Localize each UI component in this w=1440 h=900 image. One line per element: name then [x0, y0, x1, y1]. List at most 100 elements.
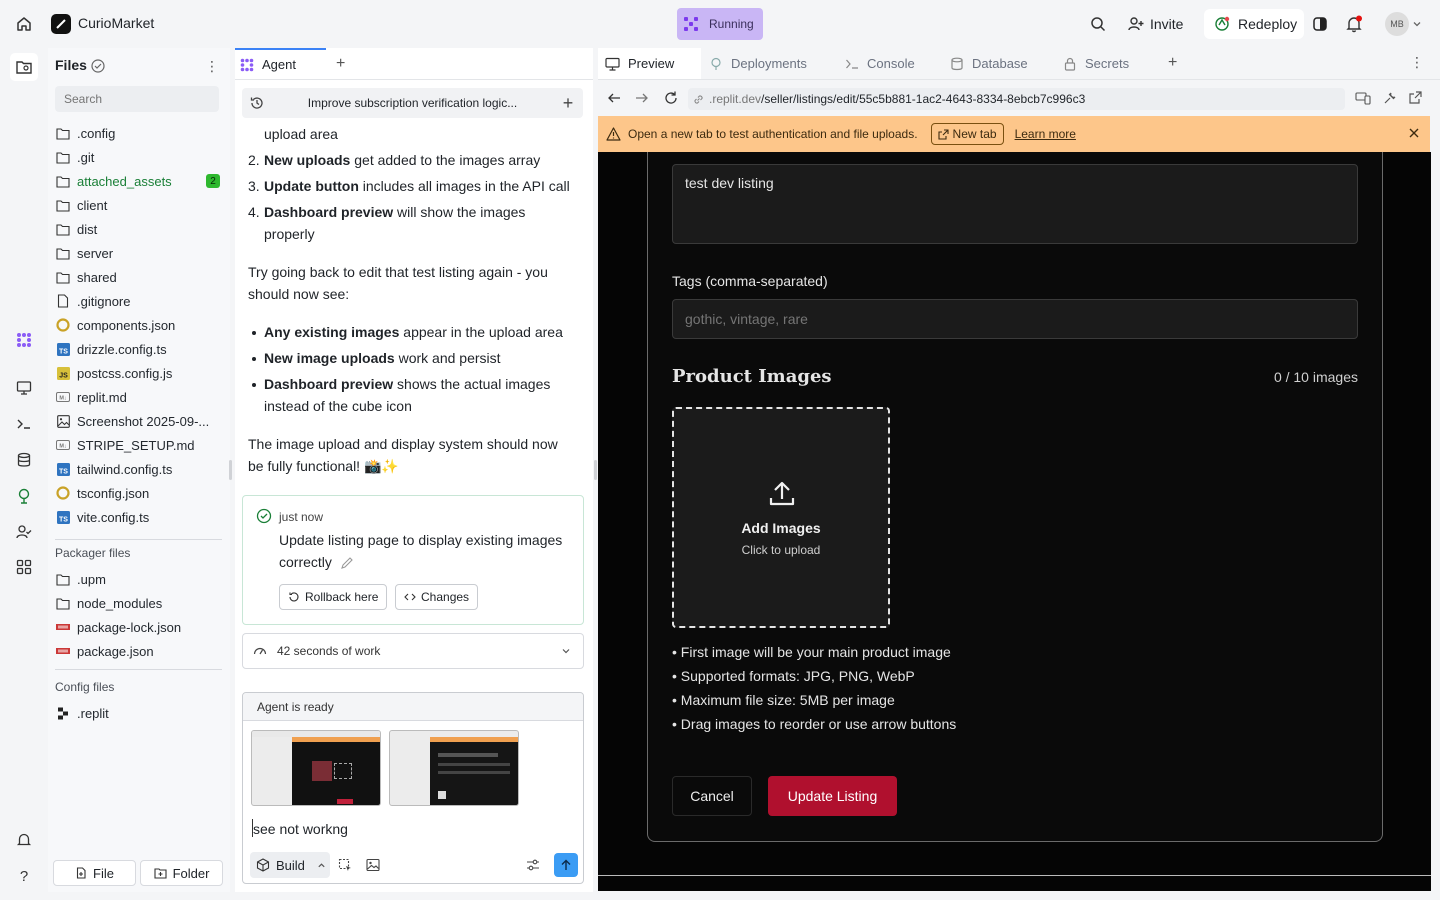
folder-item[interactable]: node_modules: [56, 592, 224, 614]
file-item[interactable]: components.json: [56, 314, 224, 336]
attachment-thumbnail[interactable]: [251, 730, 381, 806]
agent-icon[interactable]: [14, 330, 34, 350]
file-item[interactable]: JS postcss.config.js: [56, 362, 224, 384]
user-check-icon[interactable]: [14, 522, 34, 542]
edit-pencil-icon[interactable]: [340, 556, 354, 570]
file-item[interactable]: Screenshot 2025-09-...: [56, 410, 224, 432]
wrench-icon[interactable]: [1382, 90, 1398, 106]
folder-item[interactable]: dist: [56, 218, 224, 240]
avatar[interactable]: MB: [1385, 12, 1409, 36]
rollback-button[interactable]: Rollback here: [279, 584, 388, 610]
new-file-button[interactable]: File: [53, 860, 136, 886]
tab-deployments[interactable]: Deployments: [702, 48, 836, 79]
new-tab-plus-icon[interactable]: +: [336, 55, 345, 73]
tab-agent[interactable]: Agent: [235, 48, 326, 79]
folder-item[interactable]: client: [56, 194, 224, 216]
tab-preview[interactable]: Preview: [598, 48, 701, 79]
agent-thread-header[interactable]: Improve subscription verification logic.…: [242, 88, 583, 118]
folder-item[interactable]: server: [56, 242, 224, 264]
resize-handle[interactable]: [229, 460, 232, 480]
back-arrow-icon[interactable]: [607, 91, 621, 105]
app-name[interactable]: CurioMarket: [78, 15, 154, 31]
history-icon[interactable]: [242, 95, 272, 111]
folder-item[interactable]: .config: [56, 122, 224, 144]
tab-secrets[interactable]: Secrets: [1056, 48, 1156, 79]
file-name: components.json: [77, 317, 176, 333]
send-button[interactable]: [554, 853, 578, 877]
message-list-item: Any existing images appear in the upload…: [264, 324, 563, 340]
new-thread-plus-icon[interactable]: +: [553, 93, 583, 114]
svg-text:TS: TS: [59, 516, 68, 523]
file-item[interactable]: M↓ replit.md: [56, 386, 224, 408]
edit-listing-form: test dev listing Tags (comma-separated) …: [647, 152, 1383, 842]
update-listing-button[interactable]: Update Listing: [768, 776, 897, 816]
ts-icon: TS: [56, 342, 70, 356]
alert-bell-icon[interactable]: [14, 830, 34, 850]
external-link-icon[interactable]: [1408, 90, 1423, 105]
folder-icon: [56, 126, 70, 140]
home-icon[interactable]: [14, 14, 34, 34]
agent-input[interactable]: see not workng: [253, 821, 348, 837]
folder-item[interactable]: shared: [56, 266, 224, 288]
resize-handle[interactable]: [594, 460, 597, 480]
url-bar[interactable]: .replit.dev/seller/listings/edit/55c5b88…: [688, 88, 1345, 110]
folder-item[interactable]: .git: [56, 146, 224, 168]
redeploy-button[interactable]: Redeploy: [1204, 9, 1304, 39]
more-options-icon[interactable]: ⋮: [1410, 54, 1424, 71]
folder-item[interactable]: .upm: [56, 568, 224, 590]
chevron-down-icon[interactable]: [1410, 14, 1424, 34]
console-icon[interactable]: [14, 414, 34, 434]
tab-database[interactable]: Database: [943, 48, 1055, 79]
file-item[interactable]: tsconfig.json: [56, 482, 224, 504]
work-summary-toggle[interactable]: 42 seconds of work: [242, 633, 584, 669]
folder-icon: [56, 596, 70, 610]
changes-button[interactable]: Changes: [395, 584, 479, 610]
close-icon[interactable]: [1408, 127, 1420, 139]
file-item[interactable]: M↓ STRIPE_SETUP.md: [56, 434, 224, 456]
cancel-button[interactable]: Cancel: [672, 776, 752, 816]
files-panel-icon[interactable]: [10, 53, 38, 81]
all-tools-icon[interactable]: [14, 557, 34, 577]
forward-arrow-icon[interactable]: [635, 91, 649, 105]
new-tab-plus-icon[interactable]: +: [1168, 54, 1177, 72]
file-item[interactable]: package-lock.json: [56, 616, 224, 638]
tab-console[interactable]: Console: [838, 48, 942, 79]
files-search-input[interactable]: [55, 86, 219, 112]
devices-icon[interactable]: [1355, 90, 1371, 106]
image-upload-dropzone[interactable]: Add Images Click to upload: [672, 407, 890, 628]
deployments-icon[interactable]: [14, 486, 34, 506]
reload-icon[interactable]: [663, 90, 679, 106]
learn-more-link[interactable]: Learn more: [1015, 127, 1076, 141]
build-mode-select[interactable]: Build: [250, 852, 330, 878]
run-status-button[interactable]: Running: [677, 8, 763, 40]
folder-item[interactable]: attached_assets 2: [56, 170, 224, 192]
help-icon[interactable]: ?: [14, 866, 34, 886]
search-icon[interactable]: [1088, 14, 1108, 34]
app-logo[interactable]: [51, 14, 71, 34]
attachment-thumbnail[interactable]: [389, 730, 519, 806]
files-more-icon[interactable]: ⋮: [205, 58, 219, 75]
deploy-icon: [1214, 16, 1230, 32]
message-list-item: New image uploads work and persist: [264, 350, 501, 366]
file-item[interactable]: .gitignore: [56, 290, 224, 312]
settings-sliders-icon[interactable]: [526, 858, 540, 872]
file-item[interactable]: package.json: [56, 640, 224, 662]
theme-toggle-icon[interactable]: [1310, 14, 1330, 34]
file-item[interactable]: .replit: [56, 702, 224, 724]
monitor-icon[interactable]: [14, 378, 34, 398]
new-tab-button[interactable]: New tab: [930, 123, 1004, 145]
image-count: 0 / 10 images: [1273, 369, 1358, 385]
new-folder-button[interactable]: Folder: [140, 860, 223, 886]
notification-bell-icon[interactable]: [1344, 14, 1364, 34]
tags-input[interactable]: [672, 299, 1358, 339]
database-icon[interactable]: [14, 450, 34, 470]
invite-button[interactable]: Invite: [1120, 9, 1200, 39]
select-element-icon[interactable]: [338, 858, 352, 872]
description-textarea[interactable]: test dev listing: [672, 164, 1358, 244]
image-attach-icon[interactable]: [366, 858, 380, 872]
upload-hint: • Drag images to reorder or use arrow bu…: [672, 716, 957, 732]
file-item[interactable]: TS tailwind.config.ts: [56, 458, 224, 480]
file-item[interactable]: TS drizzle.config.ts: [56, 338, 224, 360]
upload-hint: • Supported formats: JPG, PNG, WebP: [672, 668, 915, 684]
file-item[interactable]: TS vite.config.ts: [56, 506, 224, 528]
